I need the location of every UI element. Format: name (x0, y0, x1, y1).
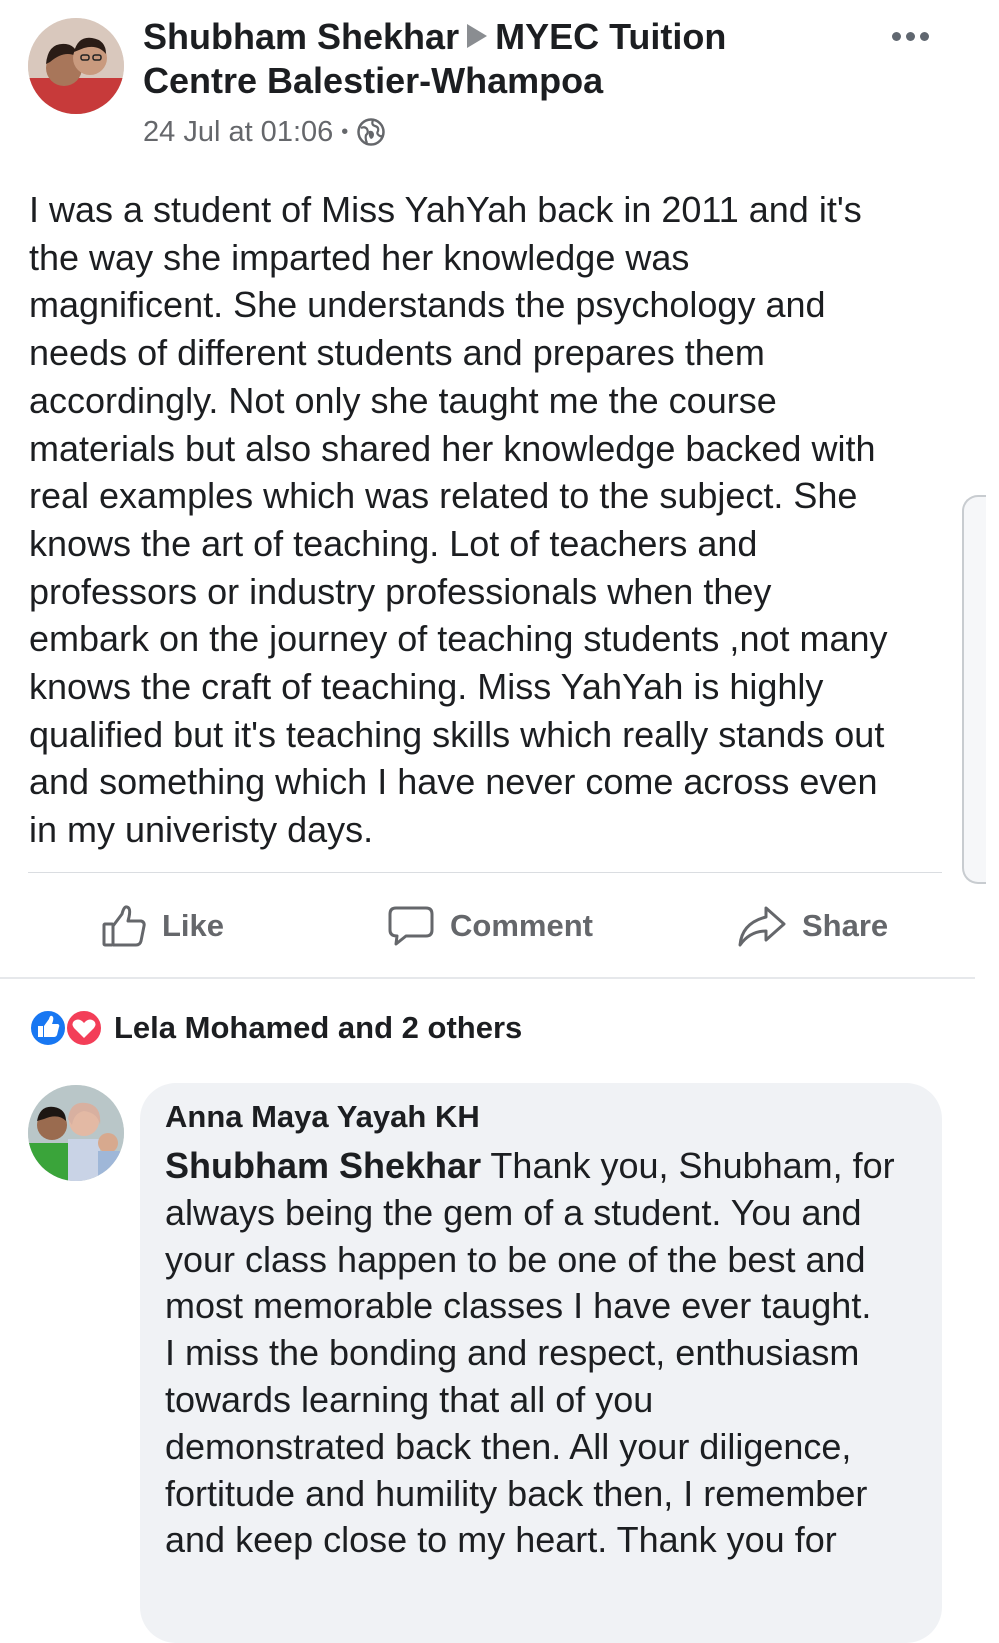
share-button[interactable]: Share (736, 898, 888, 954)
share-label: Share (802, 908, 889, 943)
reaction-summary[interactable]: Lela Mohamed and 2 others (114, 1010, 522, 1046)
more-dot-icon (891, 31, 901, 41)
like-label: Like (162, 908, 225, 943)
meta-separator: • (341, 120, 349, 143)
more-options-button[interactable] (884, 18, 936, 54)
thumbs-up-icon (102, 905, 146, 947)
scrollbar-thumb[interactable] (962, 495, 986, 884)
post-author-name[interactable]: Shubham Shekhar (143, 16, 459, 57)
comment-mention-link[interactable]: Shubham Shekhar (165, 1145, 481, 1186)
post-author-avatar[interactable] (28, 18, 124, 114)
like-reaction-icon (29, 1009, 67, 1047)
section-divider (0, 977, 975, 979)
reactions-row[interactable]: Lela Mohamed and 2 others (28, 1006, 522, 1050)
more-dot-icon (919, 31, 929, 41)
post-meta: 24 Jul at 01:06 • (143, 112, 386, 152)
comment-author-name[interactable]: Anna Maya Yayah KH (165, 1099, 480, 1135)
share-arrow-icon (738, 906, 786, 947)
commenter-avatar[interactable] (28, 1085, 124, 1181)
comment-bubble-icon (388, 906, 434, 946)
post-header-title: Shubham Shekhar MYEC Tuition Centre Bales… (143, 15, 843, 103)
post-body-text: I was a student of Miss YahYah back in 2… (29, 189, 888, 851)
avatar-photo (28, 18, 124, 114)
shared-to-arrow-icon (467, 24, 488, 49)
post-timestamp[interactable]: 24 Jul at 01:06 (143, 116, 333, 149)
reaction-icons (28, 1008, 104, 1048)
avatar-photo (28, 1085, 124, 1181)
comment-button[interactable]: Comment (386, 898, 593, 954)
more-dot-icon (905, 31, 915, 41)
comment-body-text: Shubham Shekhar Thank you, Shubham, for … (165, 1143, 925, 1564)
comment-text: Thank you, Shubham, for always being the… (165, 1145, 895, 1561)
globe-icon (357, 118, 386, 146)
post-divider (28, 872, 942, 873)
comment-label: Comment (450, 908, 593, 943)
love-reaction-icon (65, 1009, 103, 1047)
like-button[interactable]: Like (100, 898, 224, 954)
